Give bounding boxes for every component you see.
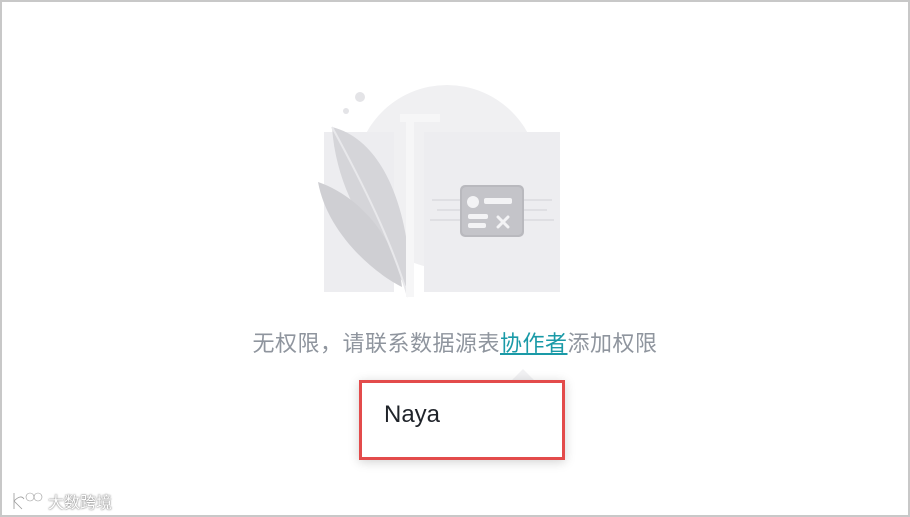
collaborator-popover: Naya bbox=[359, 380, 565, 460]
collaborator-link[interactable]: 协作者 bbox=[500, 332, 568, 357]
no-permission-card-icon bbox=[460, 185, 524, 237]
message-prefix: 无权限，请联系数据源表 bbox=[252, 332, 500, 357]
watermark-logo-icon bbox=[12, 491, 43, 511]
collaborator-name[interactable]: Naya bbox=[384, 401, 440, 429]
no-permission-illustration bbox=[318, 85, 560, 298]
popover-arrow bbox=[512, 369, 534, 380]
no-permission-message: 无权限，请联系数据源表协作者添加权限 bbox=[2, 326, 908, 358]
watermark-text: 大数跨境 bbox=[48, 493, 113, 512]
message-suffix: 添加权限 bbox=[567, 332, 658, 357]
watermark: 大数跨境 bbox=[10, 488, 112, 514]
app-frame: 无权限，请联系数据源表协作者添加权限 Naya 大数跨境 bbox=[0, 0, 910, 517]
